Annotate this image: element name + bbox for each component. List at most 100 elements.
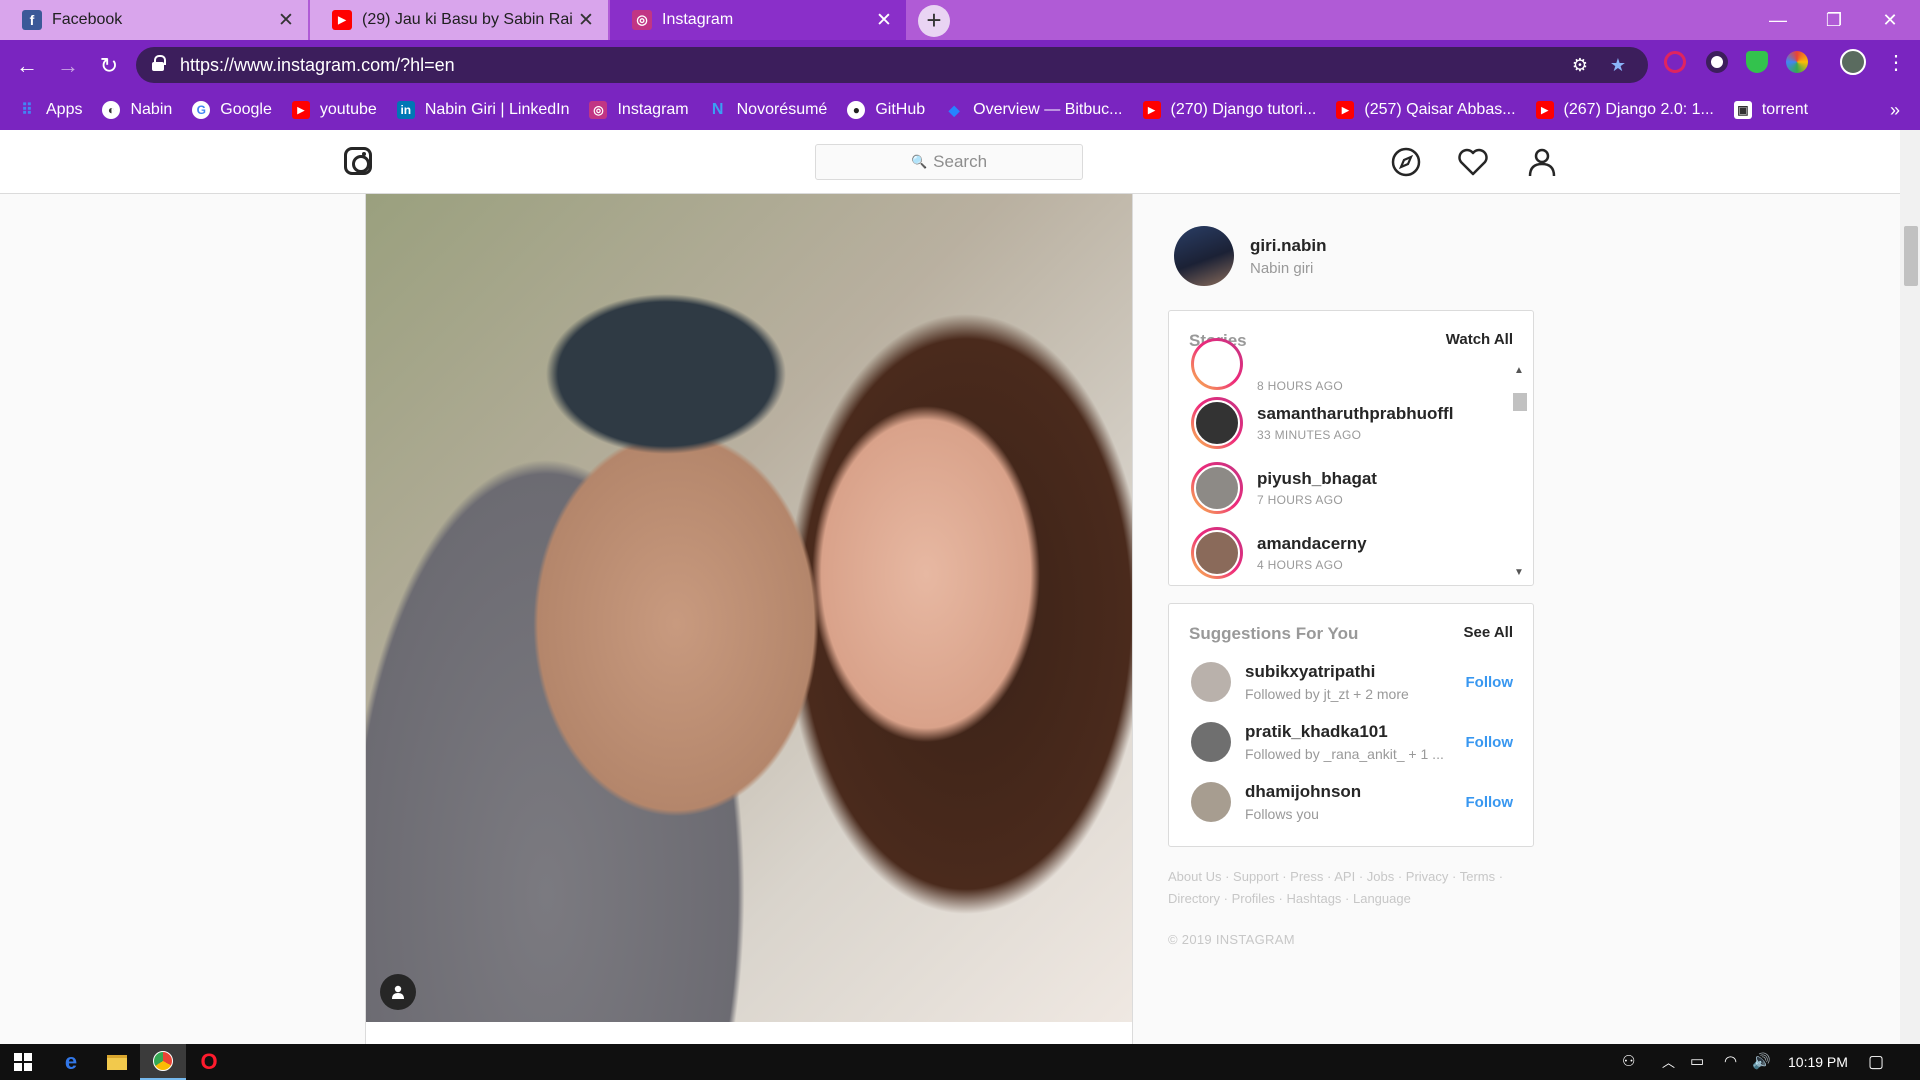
opera-icon[interactable]: O bbox=[186, 1044, 232, 1080]
footer-link[interactable]: Language bbox=[1353, 891, 1411, 906]
github-icon: ● bbox=[847, 101, 866, 119]
stories-scrollbar[interactable]: ▲ ▼ bbox=[1511, 361, 1527, 583]
bookmark-linkedin[interactable]: in Nabin Giri | LinkedIn bbox=[396, 101, 569, 119]
see-all-button[interactable]: See All bbox=[1464, 624, 1513, 644]
close-tab-icon[interactable]: ✕ bbox=[872, 9, 896, 32]
suggestion-context: Followed by jt_zt + 2 more bbox=[1245, 686, 1409, 702]
restore-button[interactable]: ❐ bbox=[1806, 0, 1862, 40]
address-bar[interactable]: https://www.instagram.com/?hl=en ⚙ ★ bbox=[136, 47, 1648, 83]
profile-avatar[interactable] bbox=[1840, 49, 1866, 75]
youtube-icon: ▶ bbox=[1535, 101, 1554, 119]
bookmark-star-icon[interactable]: ★ bbox=[1608, 55, 1628, 75]
bookmark-django-1[interactable]: ▶ (270) Django tutori... bbox=[1142, 101, 1317, 119]
suggestion-username[interactable]: subikxyatripathi bbox=[1245, 662, 1466, 682]
current-user[interactable]: giri.nabin Nabin giri bbox=[1174, 226, 1327, 286]
bookmark-google[interactable]: G Google bbox=[192, 101, 272, 119]
scroll-up-icon[interactable]: ▲ bbox=[1514, 365, 1524, 376]
battery-icon[interactable]: ▭ bbox=[1690, 1052, 1704, 1070]
tab-youtube[interactable]: ▶ (29) Jau ki Basu by Sabin Rai ✕ bbox=[310, 0, 608, 40]
forward-icon[interactable]: → bbox=[55, 53, 81, 79]
windows-start-icon[interactable] bbox=[0, 1044, 46, 1080]
suggestion-username[interactable]: pratik_khadka101 bbox=[1245, 722, 1466, 742]
bookmark-nabin[interactable]: ◐ Nabin bbox=[102, 101, 172, 119]
footer-link[interactable]: Terms bbox=[1460, 869, 1495, 884]
new-tab-button[interactable]: + bbox=[918, 5, 950, 37]
story-item[interactable]: samantharuthprabhuoffl 33 MINUTES AGO bbox=[1191, 397, 1453, 449]
tagged-user-icon[interactable] bbox=[380, 974, 416, 1010]
bookmark-instagram[interactable]: ◎ Instagram bbox=[589, 101, 689, 119]
show-hidden-icons-chevron-icon[interactable]: ︿ bbox=[1662, 1052, 1675, 1071]
follow-button[interactable]: Follow bbox=[1466, 794, 1514, 811]
url-text: https://www.instagram.com/?hl=en bbox=[180, 54, 455, 75]
minimize-button[interactable]: — bbox=[1750, 0, 1806, 40]
footer-link[interactable]: Hashtags bbox=[1287, 891, 1342, 906]
avatar[interactable] bbox=[1191, 662, 1231, 702]
bookmark-apps[interactable]: ⠿ Apps bbox=[18, 101, 82, 119]
extension-block-icon[interactable] bbox=[1706, 51, 1728, 73]
extension-shield-icon[interactable] bbox=[1746, 51, 1768, 73]
bookmark-torrent[interactable]: ▣ torrent bbox=[1733, 101, 1808, 119]
clock-time[interactable]: 10:19 PM bbox=[1788, 1054, 1848, 1070]
cookie-blocked-icon[interactable]: ⚙ bbox=[1570, 55, 1590, 75]
footer-link[interactable]: Press bbox=[1290, 869, 1323, 884]
wifi-icon[interactable]: ◠ bbox=[1724, 1052, 1737, 1070]
file-explorer-icon[interactable] bbox=[94, 1044, 140, 1080]
bookmark-qaisar[interactable]: ▶ (257) Qaisar Abbas... bbox=[1336, 101, 1516, 119]
scroll-down-icon[interactable]: ▼ bbox=[1514, 567, 1524, 578]
bookmark-label: (270) Django tutori... bbox=[1170, 101, 1317, 118]
suggestion-context: Follows you bbox=[1245, 806, 1319, 822]
watch-all-button[interactable]: Watch All bbox=[1446, 331, 1513, 351]
people-icon[interactable]: ⚇ bbox=[1622, 1052, 1635, 1070]
current-username[interactable]: giri.nabin bbox=[1250, 236, 1327, 256]
close-tab-icon[interactable]: ✕ bbox=[274, 9, 298, 32]
follow-button[interactable]: Follow bbox=[1466, 734, 1514, 751]
story-username: samantharuthprabhuoffl bbox=[1257, 404, 1454, 423]
search-input[interactable]: 🔍 Search bbox=[815, 144, 1083, 180]
story-item[interactable]: piyush_bhagat 7 HOURS AGO bbox=[1191, 462, 1377, 514]
edge-icon[interactable]: e bbox=[48, 1044, 94, 1080]
bookmark-django-2[interactable]: ▶ (267) Django 2.0: 1... bbox=[1535, 101, 1714, 119]
avatar bbox=[1194, 530, 1240, 576]
profile-user-icon[interactable] bbox=[1526, 146, 1558, 178]
extension-red-icon[interactable] bbox=[1664, 51, 1686, 73]
close-tab-icon[interactable]: ✕ bbox=[574, 9, 598, 32]
story-item[interactable]: 8 HOURS AGO bbox=[1191, 335, 1343, 393]
tab-instagram[interactable]: ◎ Instagram ✕ bbox=[610, 0, 906, 40]
bookmark-bitbucket[interactable]: ◆ Overview — Bitbuc... bbox=[945, 101, 1123, 119]
bookmark-youtube[interactable]: ▶ youtube bbox=[291, 101, 377, 119]
torrent-icon: ▣ bbox=[1733, 101, 1752, 119]
close-window-button[interactable]: ✕ bbox=[1862, 0, 1918, 40]
bookmark-github[interactable]: ● GitHub bbox=[847, 101, 925, 119]
notification-center-icon[interactable]: ▢ bbox=[1868, 1052, 1884, 1072]
bookmarks-overflow-icon[interactable]: » bbox=[1890, 100, 1900, 121]
footer-link[interactable]: Privacy bbox=[1406, 869, 1449, 884]
story-item[interactable]: amandacerny 4 HOURS AGO bbox=[1191, 527, 1367, 579]
avatar[interactable] bbox=[1191, 782, 1231, 822]
scrollbar-thumb[interactable] bbox=[1513, 393, 1527, 411]
chrome-icon[interactable] bbox=[140, 1044, 186, 1080]
footer-link[interactable]: About Us bbox=[1168, 869, 1221, 884]
explore-compass-icon[interactable] bbox=[1390, 146, 1422, 178]
footer-link[interactable]: API bbox=[1334, 869, 1355, 884]
menu-kebab-icon[interactable]: ⋮ bbox=[1886, 50, 1906, 75]
reload-icon[interactable]: ↻ bbox=[96, 53, 122, 79]
extension-colorful-icon[interactable] bbox=[1786, 51, 1808, 73]
avatar[interactable] bbox=[1191, 722, 1231, 762]
volume-icon[interactable]: 🔊 bbox=[1752, 1052, 1771, 1070]
post-photo[interactable] bbox=[365, 194, 1133, 1022]
footer-link[interactable]: Profiles bbox=[1232, 891, 1275, 906]
avatar[interactable] bbox=[1174, 226, 1234, 286]
footer-link[interactable]: Support bbox=[1233, 869, 1279, 884]
footer-link[interactable]: Directory bbox=[1168, 891, 1220, 906]
page-scrollbar[interactable] bbox=[1900, 130, 1920, 1044]
activity-heart-icon[interactable] bbox=[1457, 146, 1489, 178]
instagram-logo-icon[interactable] bbox=[344, 147, 372, 175]
follow-button[interactable]: Follow bbox=[1466, 674, 1514, 691]
bitbucket-icon: ◆ bbox=[948, 101, 960, 118]
bookmark-novoresume[interactable]: N Novorésumé bbox=[709, 101, 827, 119]
suggestion-username[interactable]: dhamijohnson bbox=[1245, 782, 1466, 802]
footer-link[interactable]: Jobs bbox=[1367, 869, 1394, 884]
tab-facebook[interactable]: f Facebook ✕ bbox=[0, 0, 308, 40]
scrollbar-thumb[interactable] bbox=[1904, 226, 1918, 286]
back-icon[interactable]: ← bbox=[14, 53, 40, 79]
